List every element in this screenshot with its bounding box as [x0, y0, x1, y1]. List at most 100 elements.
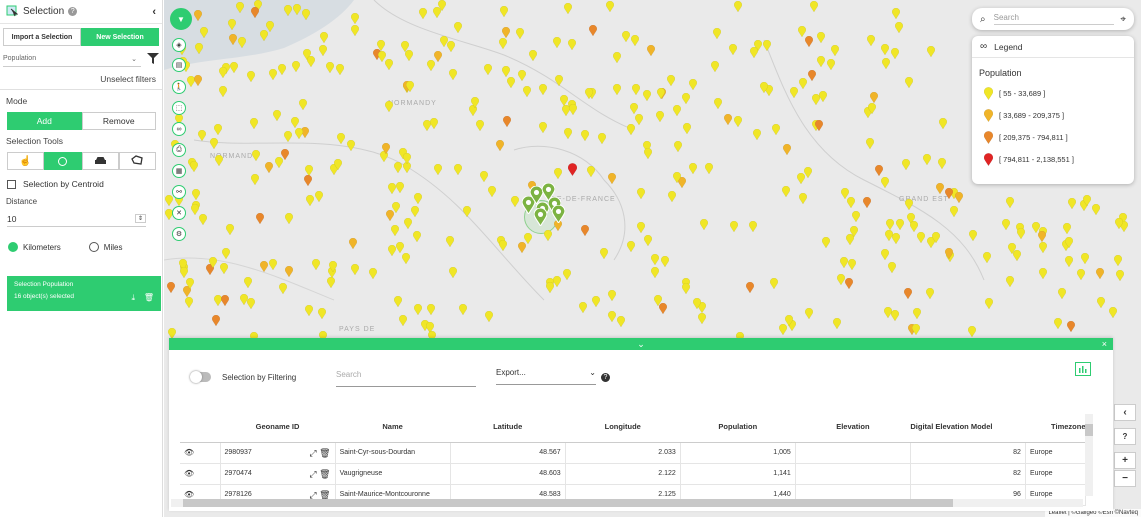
map-marker[interactable] — [1038, 268, 1047, 281]
map-marker[interactable] — [164, 194, 174, 208]
map-marker[interactable] — [903, 287, 912, 301]
map-marker[interactable] — [911, 324, 920, 337]
map-marker[interactable] — [351, 24, 360, 38]
map-marker[interactable] — [693, 297, 702, 311]
map-marker[interactable] — [862, 196, 871, 210]
map-marker[interactable] — [762, 39, 771, 53]
map-marker[interactable] — [827, 59, 836, 72]
map-marker[interactable] — [413, 303, 423, 317]
map-marker[interactable] — [252, 149, 261, 163]
map-marker[interactable] — [1064, 236, 1073, 250]
map-marker[interactable] — [328, 261, 337, 274]
legend-header[interactable]: ∞ Legend — [972, 36, 1134, 58]
map-marker[interactable] — [449, 266, 458, 280]
map-marker[interactable] — [528, 49, 538, 63]
map-marker[interactable] — [414, 192, 423, 206]
map-marker[interactable] — [955, 191, 964, 205]
map-marker[interactable] — [681, 282, 691, 296]
map-marker[interactable] — [885, 218, 895, 232]
map-marker[interactable] — [291, 60, 300, 74]
map-marker[interactable] — [503, 115, 512, 129]
map-marker[interactable] — [631, 83, 640, 97]
centroid-checkbox[interactable]: Selection by Centroid — [7, 179, 162, 189]
map-marker[interactable] — [553, 36, 562, 50]
map-marker[interactable] — [667, 190, 676, 204]
map-marker[interactable] — [449, 68, 458, 82]
map-marker[interactable] — [384, 100, 393, 114]
map-marker[interactable] — [563, 128, 572, 141]
tools-button[interactable]: ✕ — [172, 206, 186, 220]
map-marker[interactable] — [798, 77, 807, 91]
map-marker[interactable] — [890, 47, 900, 61]
chart-button[interactable] — [1075, 362, 1091, 376]
map-marker[interactable] — [651, 267, 660, 280]
map-marker[interactable] — [586, 165, 596, 179]
map-marker[interactable] — [1096, 267, 1105, 281]
map-marker[interactable] — [809, 0, 818, 14]
map-marker[interactable] — [193, 9, 203, 23]
map-marker[interactable] — [246, 70, 256, 84]
map-marker[interactable] — [499, 239, 508, 253]
map-marker[interactable] — [770, 278, 779, 291]
map-marker[interactable] — [607, 172, 617, 186]
map-marker[interactable] — [522, 85, 532, 99]
map-marker[interactable] — [484, 63, 493, 77]
zoom-to-icon[interactable]: ⤢ — [309, 469, 316, 479]
map-marker[interactable] — [350, 12, 360, 26]
download-icon[interactable]: ⤓ — [131, 293, 135, 303]
map-marker[interactable] — [284, 213, 293, 226]
map-marker[interactable] — [607, 310, 616, 324]
map-marker[interactable] — [377, 51, 387, 64]
map-marker[interactable] — [710, 61, 719, 74]
map-marker[interactable] — [568, 104, 577, 117]
map-marker[interactable] — [376, 39, 385, 53]
map-marker[interactable] — [1013, 249, 1022, 263]
map-menu-toggle[interactable]: ▼ — [170, 8, 192, 30]
map-marker[interactable] — [661, 255, 670, 269]
route-tool-button[interactable] — [81, 152, 119, 170]
map-marker[interactable] — [699, 218, 708, 232]
map-marker[interactable] — [750, 46, 759, 60]
map-marker[interactable] — [901, 158, 911, 172]
map-marker[interactable] — [384, 58, 394, 72]
map-marker[interactable] — [228, 34, 237, 47]
map-marker[interactable] — [227, 19, 236, 32]
map-marker[interactable] — [833, 317, 842, 331]
map-marker[interactable] — [524, 233, 533, 246]
map-marker[interactable] — [335, 63, 345, 77]
map-marker[interactable] — [1005, 275, 1015, 289]
map-marker[interactable] — [404, 49, 414, 63]
map-marker[interactable] — [325, 62, 334, 75]
circle-tool-button[interactable] — [44, 152, 82, 170]
map-marker[interactable] — [317, 308, 326, 321]
map-marker[interactable] — [651, 253, 660, 267]
map-marker[interactable] — [626, 240, 636, 254]
map-marker[interactable] — [433, 6, 442, 20]
map-marker[interactable] — [789, 86, 799, 100]
pedestrian-button[interactable]: 🚶 — [172, 80, 186, 94]
map-marker[interactable] — [821, 236, 830, 250]
map-marker[interactable] — [729, 221, 739, 234]
filter-toggle[interactable] — [190, 371, 211, 383]
map-marker[interactable] — [385, 210, 394, 223]
map-marker[interactable] — [1082, 194, 1091, 208]
trash-icon[interactable]: 🗑 — [319, 490, 330, 500]
map-marker[interactable] — [926, 45, 936, 59]
map-marker[interactable] — [745, 281, 755, 295]
miles-radio[interactable] — [88, 242, 99, 252]
map-marker[interactable] — [430, 117, 439, 131]
layers-button[interactable]: ◈ — [172, 38, 186, 52]
data-table-button[interactable]: ▦ — [172, 164, 186, 178]
map-marker[interactable] — [925, 287, 934, 301]
selected-marker[interactable] — [551, 204, 566, 225]
map-marker[interactable] — [458, 303, 467, 317]
map-marker[interactable] — [608, 289, 617, 303]
col-dem[interactable]: Digital Elevation Model — [910, 412, 1026, 443]
map-marker[interactable] — [913, 307, 922, 321]
map-marker[interactable] — [446, 41, 455, 54]
map-marker[interactable] — [1097, 296, 1106, 310]
map-marker[interactable] — [439, 35, 448, 49]
pointer-tool-button[interactable]: ☝ — [7, 152, 45, 170]
map-marker[interactable] — [251, 173, 260, 187]
map-marker[interactable] — [597, 133, 606, 146]
